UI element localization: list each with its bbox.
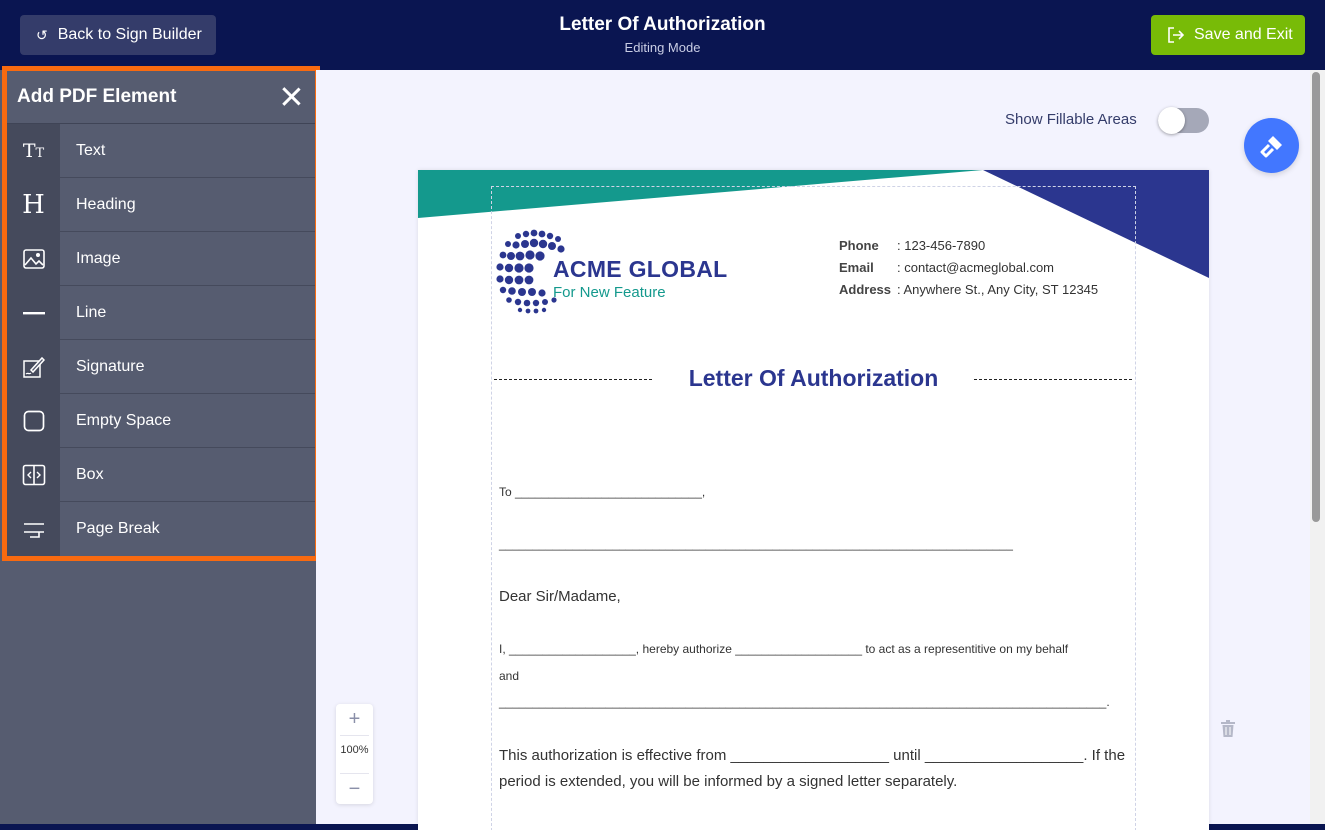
line-icon	[7, 286, 60, 339]
element-item-box[interactable]: Box	[7, 448, 315, 502]
zoom-divider	[340, 773, 369, 774]
page-break-icon	[7, 502, 60, 556]
scrollbar-thumb[interactable]	[1312, 72, 1320, 522]
box-icon	[7, 448, 60, 501]
add-pdf-element-panel: Add PDF Element TT Text H Heading Image …	[2, 66, 320, 561]
signature-icon	[7, 340, 60, 393]
salutation[interactable]: Dear Sir/Madame,	[499, 588, 621, 605]
address-label: Address	[839, 282, 892, 297]
page-title: Letter Of Authorization	[559, 14, 766, 35]
company-tagline: For New Feature	[553, 284, 666, 301]
element-item-empty-space[interactable]: Empty Space	[7, 394, 315, 448]
image-icon	[7, 232, 60, 285]
element-label: Heading	[76, 195, 136, 213]
to-line[interactable]: To ____________________________,	[499, 485, 705, 499]
element-label: Line	[76, 303, 107, 321]
trash-icon[interactable]	[1221, 720, 1235, 742]
save-button-label: Save and Exit	[1194, 26, 1293, 43]
exit-icon	[1167, 27, 1184, 43]
show-fillable-areas-label: Show Fillable Areas	[1005, 111, 1137, 128]
heading-icon: H	[7, 178, 60, 231]
zoom-control: + 100% −	[336, 704, 373, 804]
top-bar: ↺ Back to Sign Builder Letter Of Authori…	[0, 0, 1325, 70]
element-label: Image	[76, 249, 121, 267]
company-name: ACME GLOBAL	[553, 256, 728, 282]
element-label: Text	[76, 141, 106, 159]
paint-roller-icon	[1260, 135, 1282, 157]
authorization-paragraph-line[interactable]: period is extended, you will be informed…	[499, 773, 957, 790]
element-item-page-break[interactable]: Page Break	[7, 502, 315, 556]
element-item-text[interactable]: TT Text	[7, 124, 315, 178]
element-label: Empty Space	[76, 411, 172, 429]
zoom-divider	[340, 735, 369, 736]
zoom-in-button[interactable]: +	[336, 708, 373, 731]
body-paragraph-line[interactable]: I, ___________________, hereby authorize…	[499, 642, 1068, 656]
pdf-page: ACME GLOBAL For New Feature Phone: 123-4…	[418, 170, 1209, 830]
email-value: contact@acmeglobal.com	[904, 260, 1055, 275]
contact-phone: Phone: 123-456-7890	[839, 238, 986, 253]
element-label: Signature	[76, 357, 145, 375]
authorization-paragraph-line[interactable]: This authorization is effective from ___…	[499, 747, 1125, 764]
panel-title: Add PDF Element	[17, 86, 177, 107]
element-item-signature[interactable]: Signature	[7, 340, 315, 394]
zoom-level: 100%	[340, 744, 369, 756]
text-icon: TT	[7, 124, 60, 177]
save-and-exit-button[interactable]: Save and Exit	[1151, 15, 1305, 55]
contact-email: Email: contact@acmeglobal.com	[839, 260, 1055, 275]
show-fillable-areas-toggle[interactable]	[1158, 107, 1209, 134]
zoom-out-button[interactable]: −	[336, 778, 373, 801]
phone-value: 123-456-7890	[904, 238, 986, 253]
element-item-heading[interactable]: H Heading	[7, 178, 315, 232]
address-value: Anywhere St., Any City, ST 12345	[903, 282, 1099, 297]
element-item-line[interactable]: Line	[7, 286, 315, 340]
close-icon[interactable]	[281, 86, 301, 106]
page-subtitle: Editing Mode	[624, 40, 701, 55]
toggle-knob	[1158, 107, 1185, 134]
element-label: Box	[76, 465, 104, 483]
element-label: Page Break	[76, 520, 160, 537]
blank-line[interactable]: ________________________________________…	[499, 537, 1013, 551]
email-label: Email	[839, 260, 874, 275]
empty-space-icon	[7, 394, 60, 447]
panel-header: Add PDF Element	[7, 71, 315, 124]
document-title-block: Letter Of Authorization Editing Mode	[0, 14, 1325, 55]
contact-address: Address: Anywhere St., Any City, ST 1234…	[839, 282, 1099, 297]
body-paragraph-line[interactable]: and	[499, 669, 519, 683]
element-item-image[interactable]: Image	[7, 232, 315, 286]
phone-label: Phone	[839, 238, 879, 253]
title-divider-right	[974, 379, 1132, 380]
body-paragraph-line[interactable]: ________________________________________…	[499, 695, 1110, 709]
design-brush-button[interactable]	[1244, 118, 1299, 173]
